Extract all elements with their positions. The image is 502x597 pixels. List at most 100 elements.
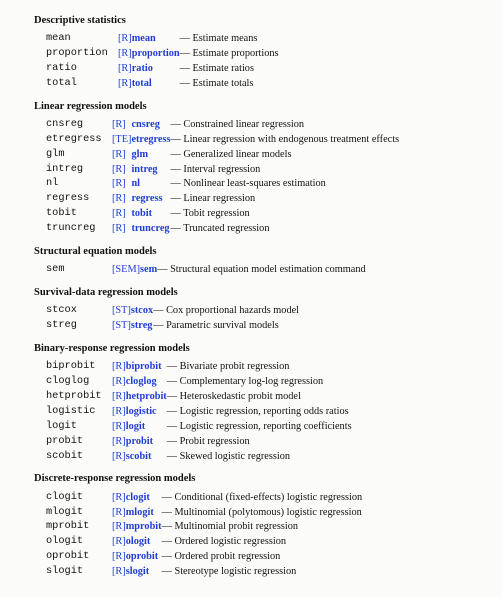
command-name: mean <box>46 32 118 47</box>
command-table: cnsreg[R]cnsregConstrained linear regres… <box>46 118 399 237</box>
manual-entry: total <box>132 77 180 92</box>
manual-ref: [R] <box>112 148 131 163</box>
command-name: intreg <box>46 163 112 178</box>
command-name: tobit <box>46 207 112 222</box>
command-desc: Estimate totals <box>180 77 279 92</box>
command-desc: Multinomial (polytomous) logistic regres… <box>162 506 363 521</box>
manual-ref: [SEM] <box>112 263 140 278</box>
command-row: probit[R]probitProbit regression <box>46 435 352 450</box>
manual-entry: mlogit <box>126 506 162 521</box>
manual-ref: [R] <box>112 550 126 565</box>
command-table: mean[R]meanEstimate meansproportion[R]pr… <box>46 32 279 92</box>
manual-ref: [TE] <box>112 133 131 148</box>
manual-ref: [R] <box>112 535 126 550</box>
command-name: ologit <box>46 535 112 550</box>
command-desc: Estimate proportions <box>180 47 279 62</box>
command-row: proportion[R]proportionEstimate proporti… <box>46 47 279 62</box>
command-desc: Tobit regression <box>171 207 400 222</box>
command-name: scobit <box>46 450 112 465</box>
manual-ref: [ST] <box>112 304 131 319</box>
command-desc: Linear regression <box>171 192 400 207</box>
command-name: probit <box>46 435 112 450</box>
command-row: tobit[R]tobitTobit regression <box>46 207 399 222</box>
command-row: clogit[R]clogitConditional (fixed-effect… <box>46 491 362 506</box>
command-table: sem[SEM]semStructural equation model est… <box>46 263 366 278</box>
manual-ref: [R] <box>118 62 132 77</box>
command-desc: Conditional (fixed-effects) logistic reg… <box>162 491 363 506</box>
manual-ref: [R] <box>112 390 126 405</box>
command-desc: Parametric survival models <box>153 319 299 334</box>
command-row: ratio[R]ratioEstimate ratios <box>46 62 279 77</box>
manual-entry: tobit <box>131 207 170 222</box>
manual-ref: [R] <box>112 506 126 521</box>
command-desc: Probit regression <box>167 435 352 450</box>
command-row: mean[R]meanEstimate means <box>46 32 279 47</box>
command-row: logit[R]logitLogistic regression, report… <box>46 420 352 435</box>
section-title: Structural equation models <box>34 245 482 259</box>
command-name: nl <box>46 177 112 192</box>
manual-ref: [R] <box>118 32 132 47</box>
manual-entry: probit <box>126 435 167 450</box>
manual-ref: [ST] <box>112 319 131 334</box>
command-name: mprobit <box>46 520 112 535</box>
command-name: clogit <box>46 491 112 506</box>
command-name: biprobit <box>46 360 112 375</box>
command-name: slogit <box>46 565 112 580</box>
manual-entry: truncreg <box>131 222 170 237</box>
manual-ref: [R] <box>112 375 126 390</box>
command-name: truncreg <box>46 222 112 237</box>
command-desc: Truncated regression <box>171 222 400 237</box>
command-desc: Constrained linear regression <box>171 118 400 133</box>
command-desc: Nonlinear least-squares estimation <box>171 177 400 192</box>
manual-entry: cnsreg <box>131 118 170 133</box>
command-row: regress[R]regressLinear regression <box>46 192 399 207</box>
command-name: logit <box>46 420 112 435</box>
command-row: streg[ST]stregParametric survival models <box>46 319 299 334</box>
manual-entry: oprobit <box>126 550 162 565</box>
command-row: ologit[R]ologitOrdered logistic regressi… <box>46 535 362 550</box>
command-row: total[R]totalEstimate totals <box>46 77 279 92</box>
manual-entry: logistic <box>126 405 167 420</box>
manual-ref: [R] <box>112 405 126 420</box>
manual-entry: hetprobit <box>126 390 167 405</box>
command-row: scobit[R]scobitSkewed logistic regressio… <box>46 450 352 465</box>
manual-entry: regress <box>131 192 170 207</box>
command-desc: Stereotype logistic regression <box>162 565 363 580</box>
manual-ref: [R] <box>112 491 126 506</box>
command-desc: Bivariate probit regression <box>167 360 352 375</box>
command-row: etregress[TE]etregressLinear regression … <box>46 133 399 148</box>
manual-ref: [R] <box>112 163 131 178</box>
command-desc: Ordered probit regression <box>162 550 363 565</box>
command-name: regress <box>46 192 112 207</box>
manual-entry: streg <box>131 319 153 334</box>
command-desc: Estimate means <box>180 32 279 47</box>
command-row: truncreg[R]truncregTruncated regression <box>46 222 399 237</box>
manual-entry: mprobit <box>126 520 162 535</box>
command-desc: Complementary log-log regression <box>167 375 352 390</box>
manual-entry: sem <box>140 263 157 278</box>
command-name: hetprobit <box>46 390 112 405</box>
command-row: sem[SEM]semStructural equation model est… <box>46 263 366 278</box>
manual-entry: biprobit <box>126 360 167 375</box>
section-title: Discrete-response regression models <box>34 472 482 486</box>
command-row: glm[R]glmGeneralized linear models <box>46 148 399 163</box>
manual-page: Descriptive statisticsmean[R]meanEstimat… <box>0 0 502 596</box>
manual-ref: [R] <box>112 450 126 465</box>
command-row: oprobit[R]oprobitOrdered probit regressi… <box>46 550 362 565</box>
command-row: stcox[ST]stcoxCox proportional hazards m… <box>46 304 299 319</box>
command-desc: Heteroskedastic probit model <box>167 390 352 405</box>
manual-ref: [R] <box>112 565 126 580</box>
manual-entry: slogit <box>126 565 162 580</box>
command-name: stcox <box>46 304 112 319</box>
command-desc: Ordered logistic regression <box>162 535 363 550</box>
command-table: stcox[ST]stcoxCox proportional hazards m… <box>46 304 299 334</box>
manual-ref: [R] <box>112 420 126 435</box>
command-desc: Structural equation model estimation com… <box>157 263 365 278</box>
command-desc: Logistic regression, reporting coefficie… <box>167 420 352 435</box>
command-desc: Cox proportional hazards model <box>153 304 299 319</box>
command-row: intreg[R]intregInterval regression <box>46 163 399 178</box>
manual-entry: scobit <box>126 450 167 465</box>
manual-entry: glm <box>131 148 170 163</box>
manual-entry: ologit <box>126 535 162 550</box>
manual-entry: stcox <box>131 304 153 319</box>
